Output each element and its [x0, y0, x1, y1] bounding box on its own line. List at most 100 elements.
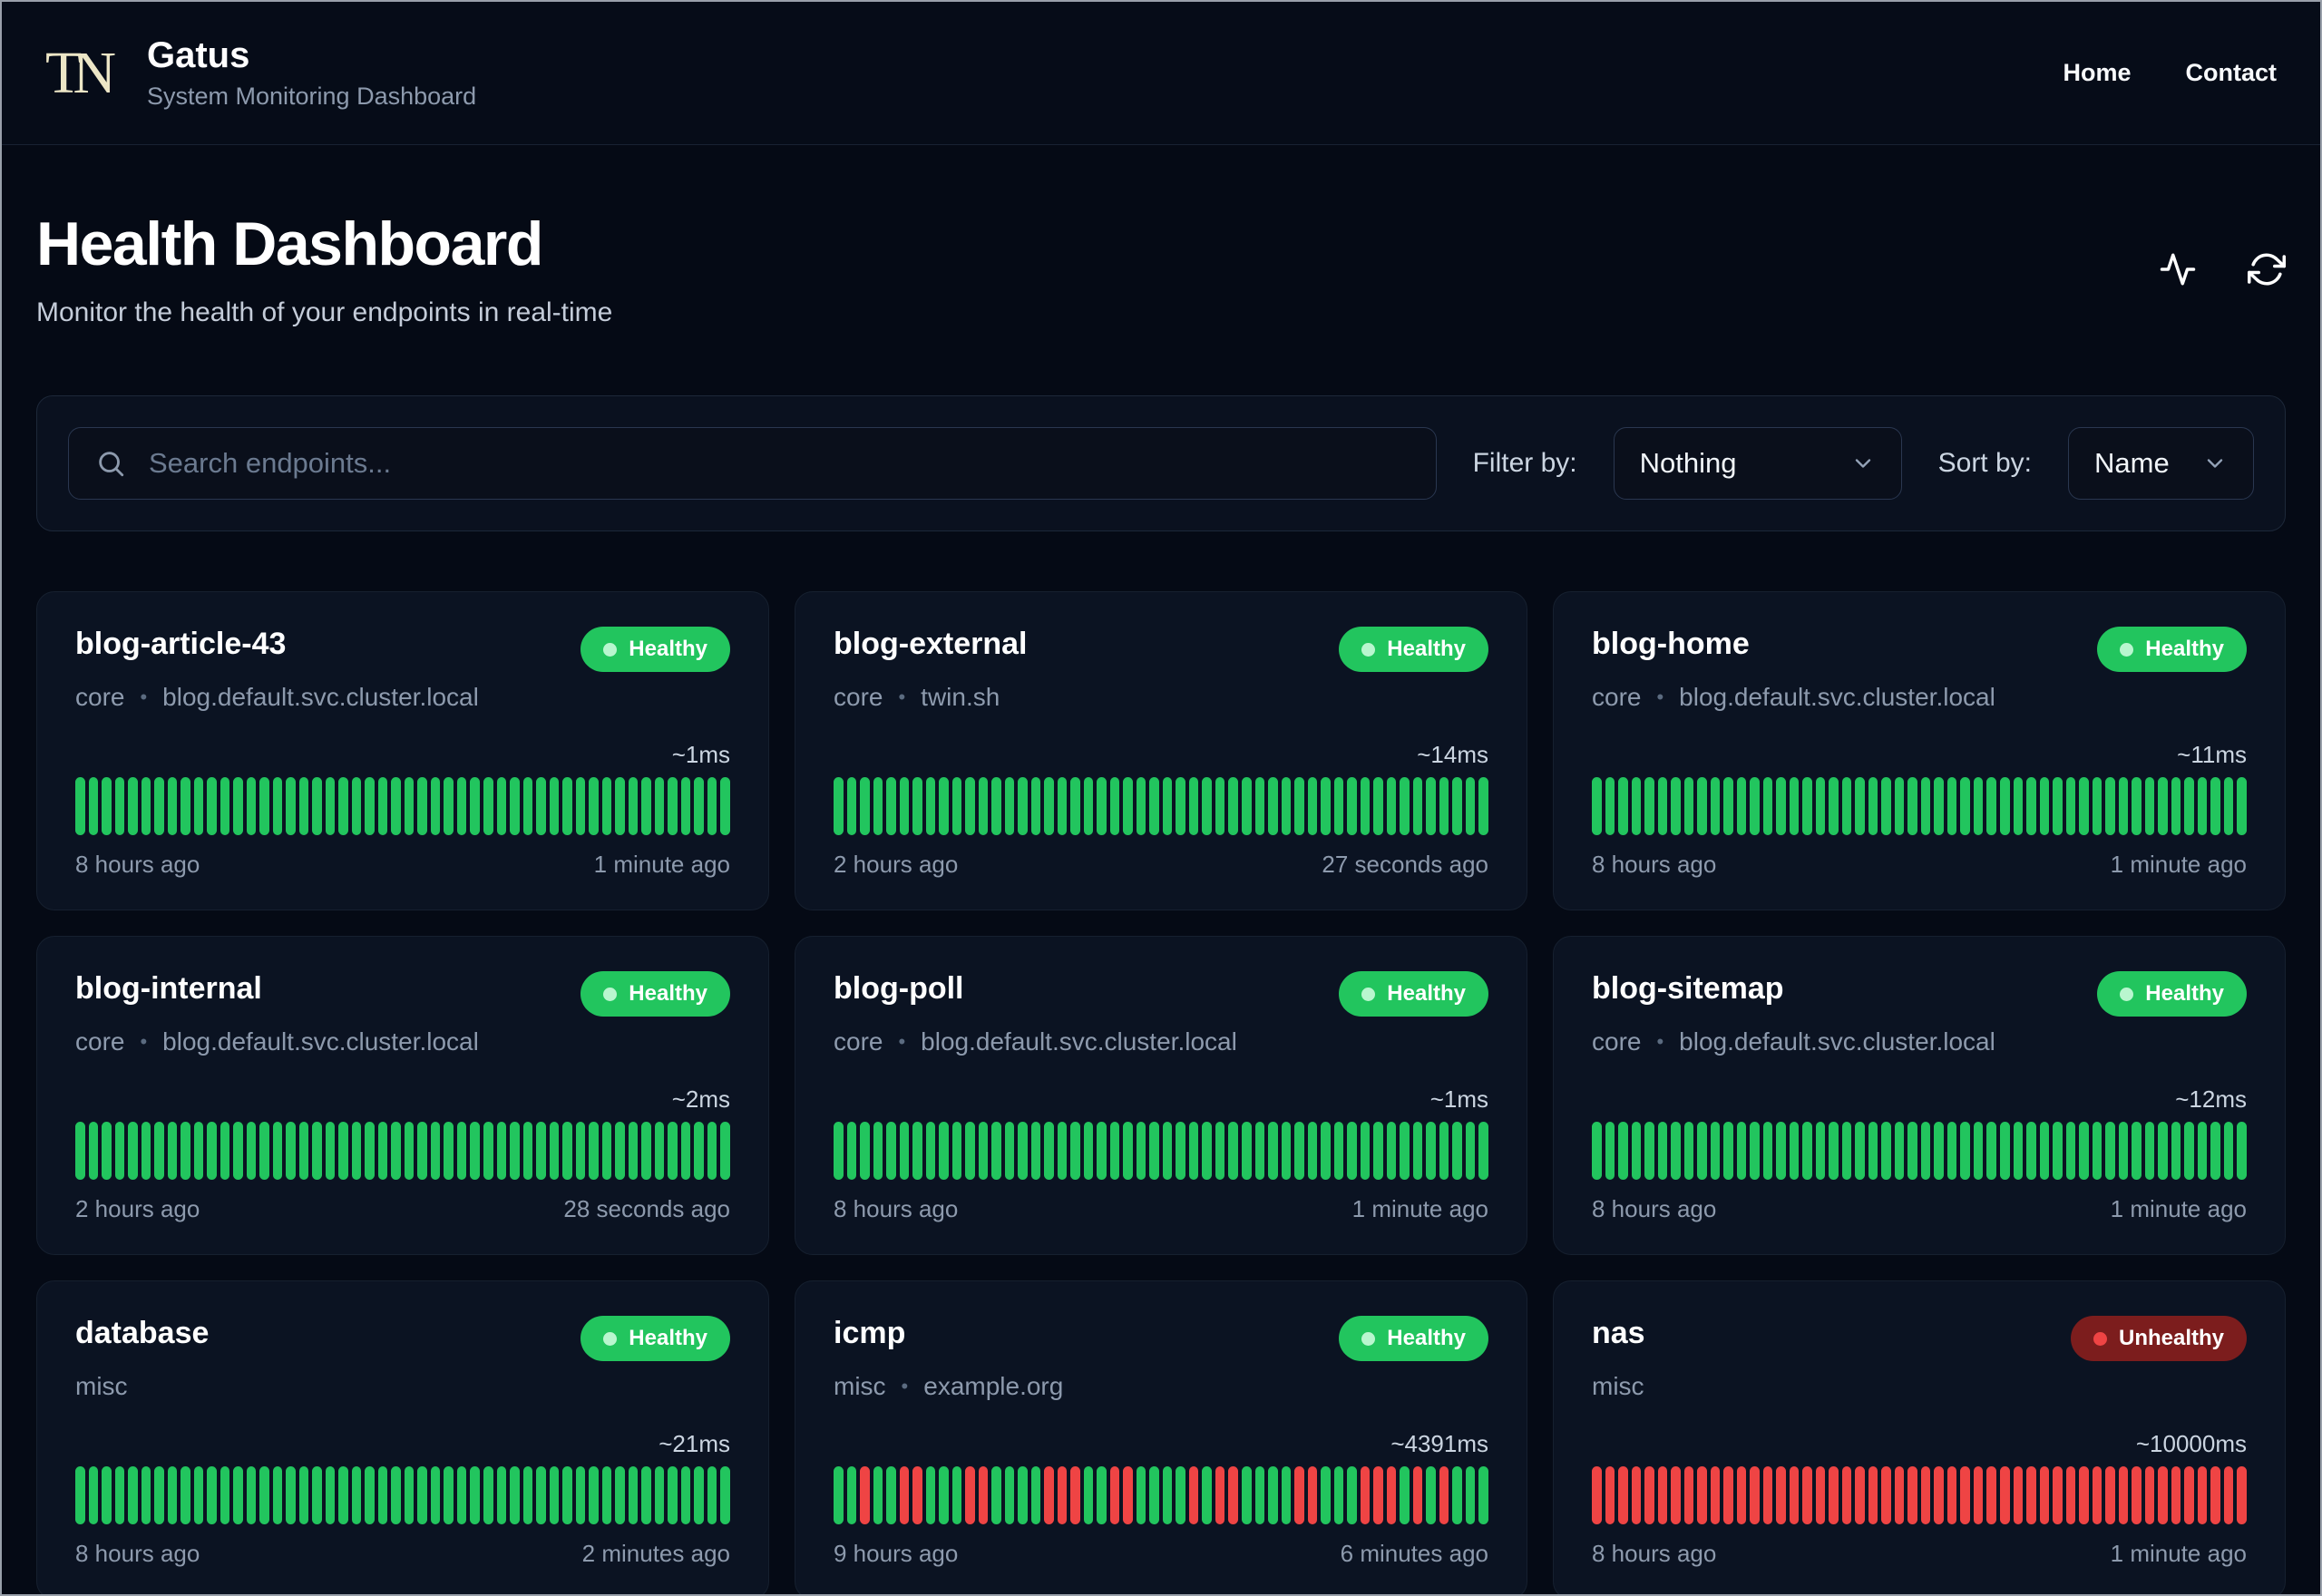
- endpoint-card[interactable]: blog-home Healthy core • blog.default.sv…: [1553, 591, 2286, 910]
- endpoint-card[interactable]: icmp Healthy misc • example.org ~4391ms …: [795, 1280, 1527, 1594]
- uptime-bar-fail: [2079, 1466, 2089, 1524]
- uptime-bar-ok: [641, 777, 651, 835]
- uptime-bar-ok: [246, 1466, 257, 1524]
- time-range: 8 hours ago 1 minute ago: [1592, 1540, 2247, 1568]
- uptime-bar-ok: [536, 777, 546, 835]
- endpoint-meta: core • blog.default.svc.cluster.local: [75, 1027, 730, 1056]
- uptime-bar-ok: [1671, 777, 1681, 835]
- page-subtitle: Monitor the health of your endpoints in …: [36, 297, 613, 327]
- card-head: database Healthy: [75, 1316, 730, 1361]
- uptime-bar-ok: [1841, 777, 1852, 835]
- refresh-icon[interactable]: [2248, 250, 2286, 288]
- uptime-bar-ok: [1683, 777, 1694, 835]
- endpoint-card[interactable]: blog-external Healthy core • twin.sh ~14…: [795, 591, 1527, 910]
- app: TN Gatus System Monitoring Dashboard Hom…: [0, 0, 2322, 1596]
- uptime-bar-ok: [338, 1466, 348, 1524]
- uptime-bar-ok: [259, 777, 269, 835]
- uptime-bar-ok: [1618, 777, 1628, 835]
- uptime-bar-ok: [1829, 777, 1839, 835]
- uptime-bar-ok: [694, 777, 704, 835]
- uptime-bar-ok: [417, 1122, 427, 1180]
- status-badge: Healthy: [2097, 971, 2247, 1017]
- uptime-bars: [1592, 1466, 2247, 1524]
- sort-select[interactable]: Name: [2068, 427, 2254, 500]
- uptime-bar-ok: [1920, 1122, 1931, 1180]
- uptime-bar-ok: [1241, 1122, 1252, 1180]
- endpoint-card[interactable]: blog-article-43 Healthy core • blog.defa…: [36, 591, 769, 910]
- uptime-bar-ok: [720, 1122, 730, 1180]
- uptime-bar-fail: [1710, 1466, 1721, 1524]
- uptime-bar-ok: [1452, 1466, 1462, 1524]
- endpoint-card[interactable]: blog-internal Healthy core • blog.defaul…: [36, 936, 769, 1255]
- uptime-bar-ok: [1999, 1122, 2010, 1180]
- main-nav: Home Contact: [2063, 59, 2277, 87]
- uptime-bar-fail: [1412, 1466, 1423, 1524]
- endpoint-card[interactable]: blog-poll Healthy core • blog.default.sv…: [795, 936, 1527, 1255]
- uptime-bar-ok: [1294, 1122, 1304, 1180]
- uptime-bar-ok: [1004, 1466, 1015, 1524]
- uptime-bar-fail: [1188, 1466, 1199, 1524]
- endpoint-host: example.org: [923, 1372, 1064, 1400]
- uptime-bar-ok: [286, 777, 296, 835]
- uptime-bar-fail: [2171, 1466, 2181, 1524]
- uptime-bar-ok: [873, 777, 883, 835]
- search-icon: [95, 448, 126, 479]
- chevron-down-icon: [1850, 451, 1876, 476]
- uptime-bar-ok: [1333, 777, 1344, 835]
- search-input[interactable]: [68, 427, 1437, 500]
- uptime-bar-ok: [912, 777, 922, 835]
- uptime-bar-ok: [2118, 777, 2129, 835]
- filter-select[interactable]: Nothing: [1613, 427, 1902, 500]
- uptime-bar-fail: [1631, 1466, 1642, 1524]
- uptime-bar-ok: [1109, 1122, 1120, 1180]
- uptime-bar-ok: [834, 1466, 844, 1524]
- uptime-bar-ok: [1241, 1466, 1252, 1524]
- uptime-bar-ok: [1018, 1466, 1028, 1524]
- endpoint-card[interactable]: nas Unhealthy misc • ~10000ms 8 hours ag…: [1553, 1280, 2286, 1594]
- uptime-bar-fail: [1618, 1466, 1628, 1524]
- uptime-bar-ok: [102, 777, 112, 835]
- status-badge: Healthy: [580, 627, 730, 672]
- app-identity: Gatus System Monitoring Dashboard: [147, 35, 476, 111]
- uptime-bar-ok: [2171, 777, 2181, 835]
- uptime-bar-ok: [1123, 1122, 1133, 1180]
- endpoint-name: blog-internal: [75, 971, 262, 1006]
- uptime-bar-ok: [1400, 1466, 1410, 1524]
- uptime-bar-fail: [965, 1466, 975, 1524]
- uptime-bar-ok: [430, 1466, 441, 1524]
- uptime-bar-fail: [1986, 1466, 1996, 1524]
- uptime-bar-ok: [2184, 777, 2194, 835]
- nav-home[interactable]: Home: [2063, 59, 2131, 87]
- status-label: Healthy: [629, 637, 707, 661]
- uptime-bar-ok: [1109, 777, 1120, 835]
- uptime-bar-ok: [1018, 777, 1028, 835]
- status-label: Healthy: [1387, 1326, 1466, 1350]
- uptime-bar-ok: [180, 777, 190, 835]
- uptime-bar-ok: [720, 1466, 730, 1524]
- activity-icon[interactable]: [2159, 250, 2197, 288]
- sort-selected-value: Name: [2094, 447, 2170, 479]
- uptime-bar-ok: [628, 777, 639, 835]
- uptime-bar-ok: [75, 777, 85, 835]
- uptime-bar-ok: [549, 777, 560, 835]
- nav-contact[interactable]: Contact: [2186, 59, 2278, 87]
- app-logo[interactable]: TN: [45, 43, 120, 103]
- uptime-bar-ok: [1215, 1122, 1225, 1180]
- endpoint-name: blog-article-43: [75, 627, 287, 661]
- uptime-bar-ok: [1723, 777, 1733, 835]
- endpoint-meta: core • blog.default.svc.cluster.local: [75, 683, 730, 712]
- uptime-bar-ok: [1176, 777, 1185, 835]
- time-range: 8 hours ago 1 minute ago: [1592, 1195, 2247, 1223]
- endpoint-card[interactable]: database Healthy misc • ~21ms 8 hours ag…: [36, 1280, 769, 1594]
- uptime-bar-ok: [1697, 1122, 1707, 1180]
- card-head: blog-sitemap Healthy: [1592, 971, 2247, 1017]
- uptime-bar-ok: [1986, 777, 1996, 835]
- uptime-bar-fail: [1373, 1466, 1383, 1524]
- endpoint-card[interactable]: blog-sitemap Healthy core • blog.default…: [1553, 936, 2286, 1255]
- uptime-bar-ok: [1149, 1122, 1159, 1180]
- uptime-bar-ok: [1946, 777, 1957, 835]
- uptime-bar-ok: [2223, 777, 2234, 835]
- page-title: Health Dashboard: [36, 209, 543, 278]
- status-badge: Healthy: [580, 1316, 730, 1361]
- uptime-bar-ok: [575, 1122, 586, 1180]
